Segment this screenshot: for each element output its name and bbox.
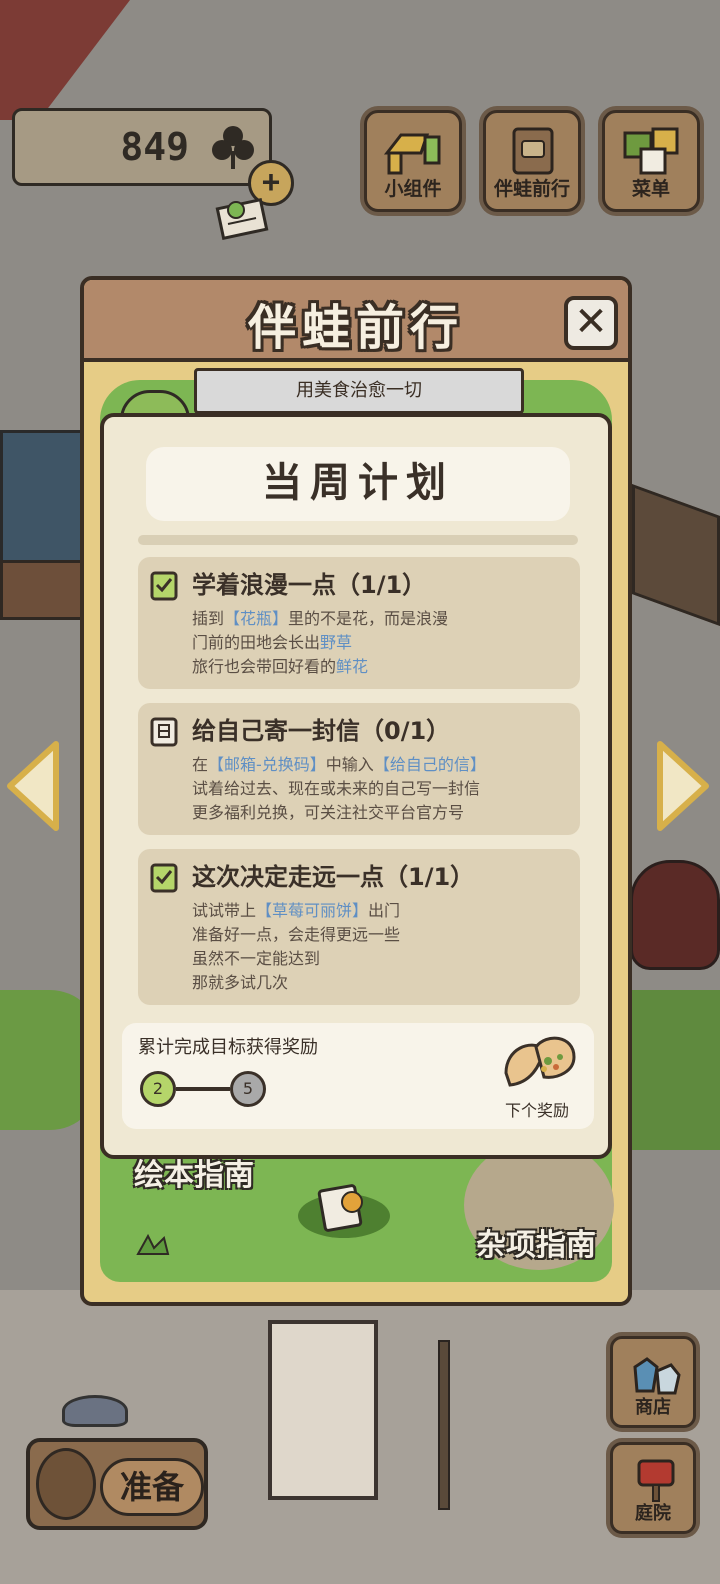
task-line: 试试带上【草莓可丽饼】出门: [192, 901, 401, 920]
arrow-right-icon[interactable]: [654, 740, 712, 832]
arrow-left-icon[interactable]: [4, 740, 62, 832]
prepare-label: 准备: [100, 1458, 204, 1516]
folding-screen: [268, 1320, 378, 1500]
rock: [62, 1395, 128, 1427]
menu-button[interactable]: 菜单: [602, 110, 700, 212]
task-title: 学着浪漫一点（1/1）: [192, 571, 427, 599]
mailbox-icon: [637, 1459, 675, 1502]
yard-label: 庭院: [635, 1503, 671, 1524]
ribbon-banner: 用美食治愈一切: [194, 368, 524, 414]
widget-label: 小组件: [384, 178, 442, 200]
close-button[interactable]: ✕: [564, 296, 618, 350]
guide-book-icon[interactable]: [294, 1180, 394, 1240]
task-line: 那就多试几次: [192, 973, 289, 992]
task-line: 门前的田地会长出野草: [192, 633, 353, 652]
pita-sandwich-icon[interactable]: [500, 1027, 580, 1093]
yard-button[interactable]: 庭院: [610, 1442, 696, 1534]
task-line: 虽然不一定能达到: [192, 949, 321, 968]
task-title: 这次决定走远一点（1/1）: [192, 863, 475, 891]
next-reward-label: 下个奖励: [504, 1101, 569, 1120]
widget-button[interactable]: 小组件: [364, 110, 462, 212]
task-item[interactable]: 给自己寄一封信（0/1） 在【邮箱-兑换码】中输入【给自己的信】 试着给过去、现…: [138, 703, 580, 835]
widget-icon: [383, 133, 441, 175]
weekly-plan-card: 当周计划 学着浪漫一点（1/1） 插到【花瓶】里的不是花，而是浪漫 门前的田地会…: [100, 413, 612, 1159]
task-line: 试着给过去、现在或未来的自己写一封信: [192, 779, 481, 798]
task-title: 给自己寄一封信（0/1）: [192, 717, 451, 745]
checked-clipboard-icon: [150, 571, 178, 601]
menu-cards-icon: [623, 127, 679, 175]
shop-label: 商店: [635, 1397, 671, 1418]
pot: [630, 860, 720, 970]
task-line: 更多福利兑换，可关注社交平台官方号: [192, 803, 465, 822]
mail-icon[interactable]: [214, 192, 272, 240]
progress-total: 5: [230, 1071, 266, 1107]
divider: [138, 535, 578, 545]
clover-icon: [212, 126, 254, 169]
misc-guide-button[interactable]: 杂项指南: [476, 1220, 596, 1264]
checked-clipboard-icon: [150, 863, 178, 893]
shop-button[interactable]: 商店: [610, 1336, 696, 1428]
progress-current: 2: [140, 1071, 176, 1107]
task-item[interactable]: 这次决定走远一点（1/1） 试试带上【草莓可丽饼】出门 准备好一点，会走得更远一…: [138, 849, 580, 1005]
journey-book-icon: [512, 127, 554, 175]
task-line: 在【邮箱-兑换码】中输入【给自己的信】: [192, 755, 486, 774]
plant-area: [620, 990, 720, 1150]
menu-label: 菜单: [631, 178, 670, 200]
clover-counter: 849: [12, 108, 272, 186]
pending-clipboard-icon: [150, 717, 178, 747]
reward-progress: 累计完成目标获得奖励 2 5 下个奖励: [122, 1023, 594, 1129]
clover-count: 849: [120, 125, 189, 169]
task-line: 准备好一点，会走得更远一些: [192, 925, 401, 944]
lantern-stand: [438, 1340, 450, 1510]
progress-line: [176, 1087, 230, 1091]
journey-label: 伴蛙前行: [493, 178, 570, 200]
panel-title: 伴蛙前行: [247, 300, 464, 356]
task-line: 旅行也会带回好看的鲜花: [192, 657, 369, 676]
log-icon: [36, 1448, 96, 1520]
bench: [0, 560, 90, 620]
shop-bag-icon: [633, 1357, 681, 1395]
prepare-button[interactable]: 准备: [26, 1438, 208, 1530]
journey-button[interactable]: 伴蛙前行: [483, 110, 581, 212]
leaf-icon: [136, 1233, 170, 1255]
task-line: 插到【花瓶】里的不是花，而是浪漫: [192, 609, 449, 628]
panel-header: 伴蛙前行 ✕: [84, 280, 628, 362]
plan-title: 当周计划: [146, 447, 570, 521]
reward-label: 累计完成目标获得奖励: [138, 1037, 318, 1058]
task-item[interactable]: 学着浪漫一点（1/1） 插到【花瓶】里的不是花，而是浪漫 门前的田地会长出野草 …: [138, 557, 580, 689]
